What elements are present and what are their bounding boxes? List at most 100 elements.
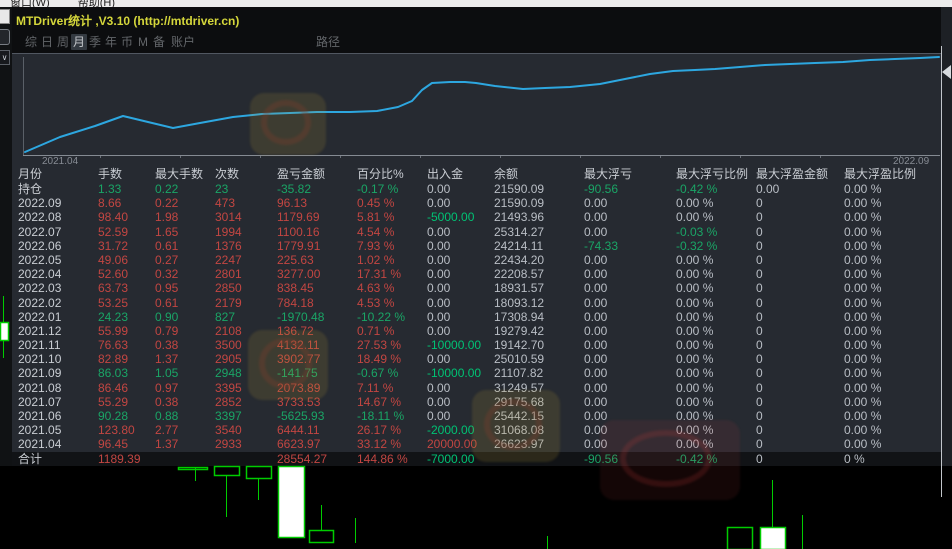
cell: 0.00 % <box>676 252 714 267</box>
cell: 24214.11 <box>494 238 544 253</box>
table-row[interactable]: 持仓 1.33 0.22 23 -35.82 -0.17 % 0.00 21590.09 -90… <box>12 182 941 196</box>
cell: 1994 <box>215 224 242 239</box>
toolbar-item-3[interactable]: 月 <box>71 34 87 50</box>
cell: -74.33 <box>584 238 619 253</box>
toolbar-item-7[interactable]: M <box>135 34 151 50</box>
cell: -0.67 % <box>357 366 399 381</box>
row-label: 2022.07 <box>18 224 62 239</box>
cell: 0.00 % <box>844 323 882 338</box>
cell: 0.00 % <box>676 309 714 324</box>
cell: 17308.94 <box>494 309 545 324</box>
cell: 0.00 % <box>844 380 882 395</box>
cell: 0.00 <box>584 210 608 225</box>
toolbar-item-10[interactable]: 路径 <box>313 34 343 50</box>
table-row[interactable]: 2022.05 49.06 0.27 2247 225.63 1.02 % 0.00 2243… <box>12 253 941 267</box>
toolbar-icon[interactable] <box>0 29 10 45</box>
toolbar-item-1[interactable]: 日 <box>39 34 55 50</box>
row-label: 2021.05 <box>18 423 62 438</box>
cell: 0.00 % <box>844 252 882 267</box>
cell: 0.00 % <box>844 366 882 381</box>
cell: 3277.00 <box>277 267 321 282</box>
table-row[interactable]: 2021.09 86.03 1.05 2948 -141.75 -0.67 % -10000… <box>12 366 941 380</box>
cell: 0 <box>756 238 763 253</box>
cell: 2.77 <box>155 423 179 438</box>
cell: 21590.09 <box>494 182 545 196</box>
cell: 0 <box>756 423 763 438</box>
cell: 1376 <box>215 238 242 253</box>
cell: 0.22 <box>155 182 179 196</box>
table-row[interactable]: 2022.06 31.72 0.61 1376 1779.91 7.93 % 0.00 242… <box>12 239 941 253</box>
cell: 473 <box>215 196 236 211</box>
window-title: MTDriver统计 ,V3.10 (http://mtdriver.cn) <box>16 14 240 28</box>
cell: 0 <box>756 323 763 338</box>
cell: 3397 <box>215 409 242 423</box>
collapse-arrow-icon[interactable] <box>941 64 952 80</box>
cell: 49.06 <box>98 252 129 267</box>
cell: 1.37 <box>155 437 179 452</box>
cell: 96.13 <box>277 196 308 211</box>
cell: 82.89 <box>98 352 129 367</box>
cell: 31.72 <box>98 238 129 253</box>
menu-item-0[interactable]: 窗口(W) <box>10 0 50 7</box>
cell: 0.00 <box>427 196 451 211</box>
cell: 5.81 % <box>357 210 395 225</box>
cell: 144.86 % <box>357 451 408 466</box>
row-label: 2021.09 <box>18 366 62 381</box>
toolbar-item-2[interactable]: 周 <box>55 34 71 50</box>
table-row[interactable]: 2022.01 24.23 0.90 827 -1970.48 -10.22 % 0.00 1… <box>12 310 941 324</box>
cell: 0 <box>756 338 763 353</box>
table-row[interactable]: 2022.04 52.60 0.32 2801 3277.00 17.31 % 0.00 22… <box>12 267 941 281</box>
table-row[interactable]: 2021.12 55.99 0.79 2108 136.72 0.71 % 0.00 1927… <box>12 324 941 338</box>
toolbar-item-8[interactable]: 备 <box>151 34 167 50</box>
right-edge-strip <box>941 7 952 497</box>
column-header-8: 最大浮亏 <box>584 167 633 181</box>
toolbar-item-9[interactable]: 账户 <box>167 34 199 50</box>
cell: 0.00 % <box>676 338 714 353</box>
chevron-down-icon[interactable]: ∨ <box>0 50 10 65</box>
toolbar-item-4[interactable]: 季 <box>87 34 103 50</box>
cell: 6444.11 <box>277 423 320 438</box>
cell: 23 <box>215 182 229 196</box>
cell: 0.00 <box>584 295 608 310</box>
row-label: 2022.01 <box>18 309 62 324</box>
row-label: 2021.11 <box>18 338 61 353</box>
row-label: 2021.12 <box>18 323 62 338</box>
table-row[interactable]: 2021.10 82.89 1.37 2905 3902.77 18.49 % 0.00 25… <box>12 352 941 366</box>
toolbar-item-6[interactable]: 币 <box>119 34 135 50</box>
cell: 0.27 <box>155 252 179 267</box>
menu-item-1[interactable]: 帮助(H) <box>78 0 115 7</box>
cell: 0.61 <box>155 238 179 253</box>
cell: 3014 <box>215 210 242 225</box>
menu-bar: 窗口(W) 帮助(H) <box>0 0 952 7</box>
table-row[interactable]: 2022.03 63.73 0.95 2850 838.45 4.63 % 0.00 1893… <box>12 281 941 295</box>
column-header-10: 最大浮盈金额 <box>756 167 829 181</box>
toolbar-item-5[interactable]: 年 <box>103 34 119 50</box>
cell: 2179 <box>215 295 242 310</box>
cell: 4.63 % <box>357 281 395 296</box>
table-row[interactable]: 2022.02 53.25 0.61 2179 784.18 4.53 % 0.00 1809… <box>12 296 941 310</box>
cell: 0.00 % <box>676 323 714 338</box>
background-price-chart <box>0 466 952 549</box>
table-row[interactable]: 2022.07 52.59 1.65 1994 1100.16 4.54 % 0.00 253… <box>12 225 941 239</box>
table-row[interactable]: 2022.09 8.66 0.22 473 96.13 0.45 % 0.00 21590.0… <box>12 196 941 210</box>
cell: -1970.48 <box>277 309 325 324</box>
cell: -0.42 % <box>676 182 718 196</box>
table-row[interactable]: 2021.11 76.63 0.38 3500 4132.11 27.53 % -10000… <box>12 338 941 352</box>
row-label: 2022.04 <box>18 267 62 282</box>
cell: 0.00 % <box>676 196 714 211</box>
cell: 0.00 % <box>844 409 882 423</box>
cell: 0.71 % <box>357 323 395 338</box>
table-row[interactable]: 2022.08 98.40 1.98 3014 1179.69 5.81 % -5000.0… <box>12 210 941 224</box>
cell: 27.53 % <box>357 338 402 353</box>
cell: 86.46 <box>98 380 129 395</box>
toolbar-item-0[interactable]: 综 <box>23 34 39 50</box>
cell: 98.40 <box>98 210 129 225</box>
cell: 55.99 <box>98 323 129 338</box>
cell: 6623.97 <box>277 437 321 452</box>
cell: 0.95 <box>155 281 179 296</box>
cell: 0.00 % <box>676 210 714 225</box>
cell: 0.00 <box>584 281 608 296</box>
column-header-3: 次数 <box>215 167 240 181</box>
cell: 0.00 % <box>844 196 882 211</box>
cell: 0.00 % <box>676 281 714 296</box>
